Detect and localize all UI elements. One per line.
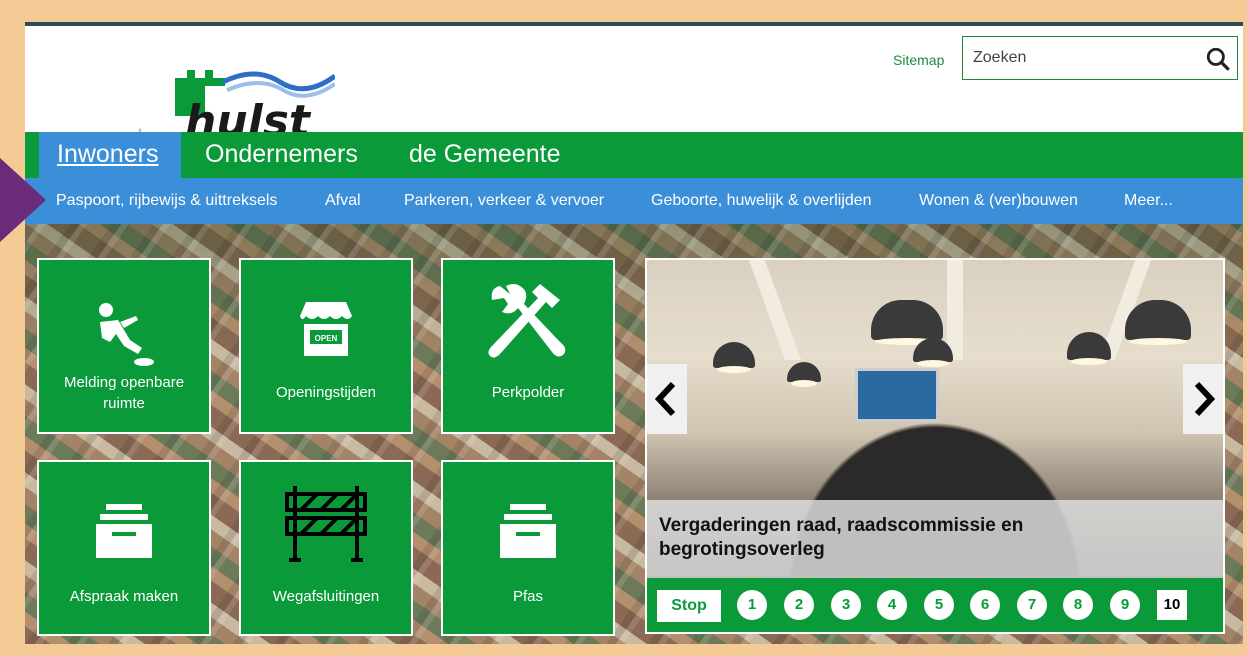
main-navigation: Inwoners Ondernemers de Gemeente (25, 132, 1243, 178)
tile-openingstijden[interactable]: OPEN Openingstijden (239, 258, 413, 434)
slider-page-1[interactable]: 1 (737, 590, 767, 620)
subnav-parkeren[interactable]: Parkeren, verkeer & vervoer (404, 192, 604, 210)
slide-caption[interactable]: Vergaderingen raad, raadscommissie en be… (647, 500, 1223, 578)
news-slider: Vergaderingen raad, raadscommissie en be… (645, 258, 1225, 634)
tile-label: Afspraak maken (69, 588, 179, 605)
slider-page-7[interactable]: 7 (1017, 590, 1047, 620)
road-barrier-icon (285, 486, 367, 562)
tile-label: Pfas (512, 588, 543, 605)
sitemap-link[interactable]: Sitemap (893, 52, 944, 68)
slider-page-3[interactable]: 3 (831, 590, 861, 620)
sub-navigation: Paspoort, rijbewijs & uittreksels Afval … (25, 178, 1243, 224)
highlight-pointer (0, 158, 46, 242)
subnav-paspoort[interactable]: Paspoort, rijbewijs & uittreksels (56, 192, 277, 210)
subnav-meer[interactable]: Meer... (1124, 192, 1173, 210)
slider-page-2[interactable]: 2 (784, 590, 814, 620)
tile-label: Melding openbare ruimte (63, 374, 185, 412)
tile-pfas[interactable]: Pfas (441, 460, 615, 636)
tile-wegafsluitingen[interactable]: Wegafsluitingen (239, 460, 413, 636)
nav-inwoners[interactable]: Inwoners (39, 132, 181, 178)
slider-page-9[interactable]: 9 (1110, 590, 1140, 620)
tile-afspraak-maken[interactable]: Afspraak maken (37, 460, 211, 636)
svg-text:OPEN: OPEN (315, 334, 338, 343)
tile-label: Perkpolder (491, 384, 565, 401)
archive-drawer-icon (500, 504, 556, 558)
slide-caption-text: Vergaderingen raad, raadscommissie en be… (659, 515, 1024, 560)
subnav-afval[interactable]: Afval (325, 192, 361, 210)
nav-ondernemers[interactable]: Ondernemers (205, 140, 358, 169)
webpage: gemeente hulst Sitemap Inwoners Ondernem… (25, 22, 1243, 644)
site-logo[interactable]: gemeente hulst (25, 46, 335, 154)
slider-page-5[interactable]: 5 (924, 590, 954, 620)
slider-next-button[interactable] (1183, 364, 1223, 434)
slider-page-6[interactable]: 6 (970, 590, 1000, 620)
subnav-geboorte[interactable]: Geboorte, huwelijk & overlijden (651, 192, 872, 210)
tile-label: Wegafsluitingen (272, 588, 380, 605)
tile-perkpolder[interactable]: Perkpolder (441, 258, 615, 434)
nav-de-gemeente[interactable]: de Gemeente (409, 140, 561, 169)
slider-page-4[interactable]: 4 (877, 590, 907, 620)
tools-icon (488, 284, 566, 358)
tile-melding-openbare-ruimte[interactable]: Melding openbare ruimte (37, 258, 211, 434)
subnav-wonen[interactable]: Wonen & (ver)bouwen (919, 192, 1078, 210)
slider-prev-button[interactable] (647, 364, 687, 434)
chevron-left-icon (654, 381, 676, 417)
slide-projector-screen (855, 368, 939, 422)
slide-photo: Vergaderingen raad, raadscommissie en be… (647, 260, 1223, 578)
chevron-right-icon (1194, 381, 1216, 417)
tile-label: Openingstijden (275, 384, 377, 401)
slider-stop-button[interactable]: Stop (657, 590, 721, 622)
search-box (962, 36, 1238, 80)
slider-controls: Stop 1 2 3 4 5 6 7 8 9 10 (647, 578, 1223, 632)
nav-inwoners-label: Inwoners (57, 140, 159, 168)
archive-drawer-icon (96, 504, 152, 558)
slider-page-8[interactable]: 8 (1063, 590, 1093, 620)
open-shop-icon: OPEN (300, 302, 352, 356)
falling-person-icon (99, 303, 154, 366)
search-input[interactable] (963, 37, 1193, 79)
search-icon[interactable] (1205, 46, 1231, 72)
slider-page-10[interactable]: 10 (1157, 590, 1187, 620)
